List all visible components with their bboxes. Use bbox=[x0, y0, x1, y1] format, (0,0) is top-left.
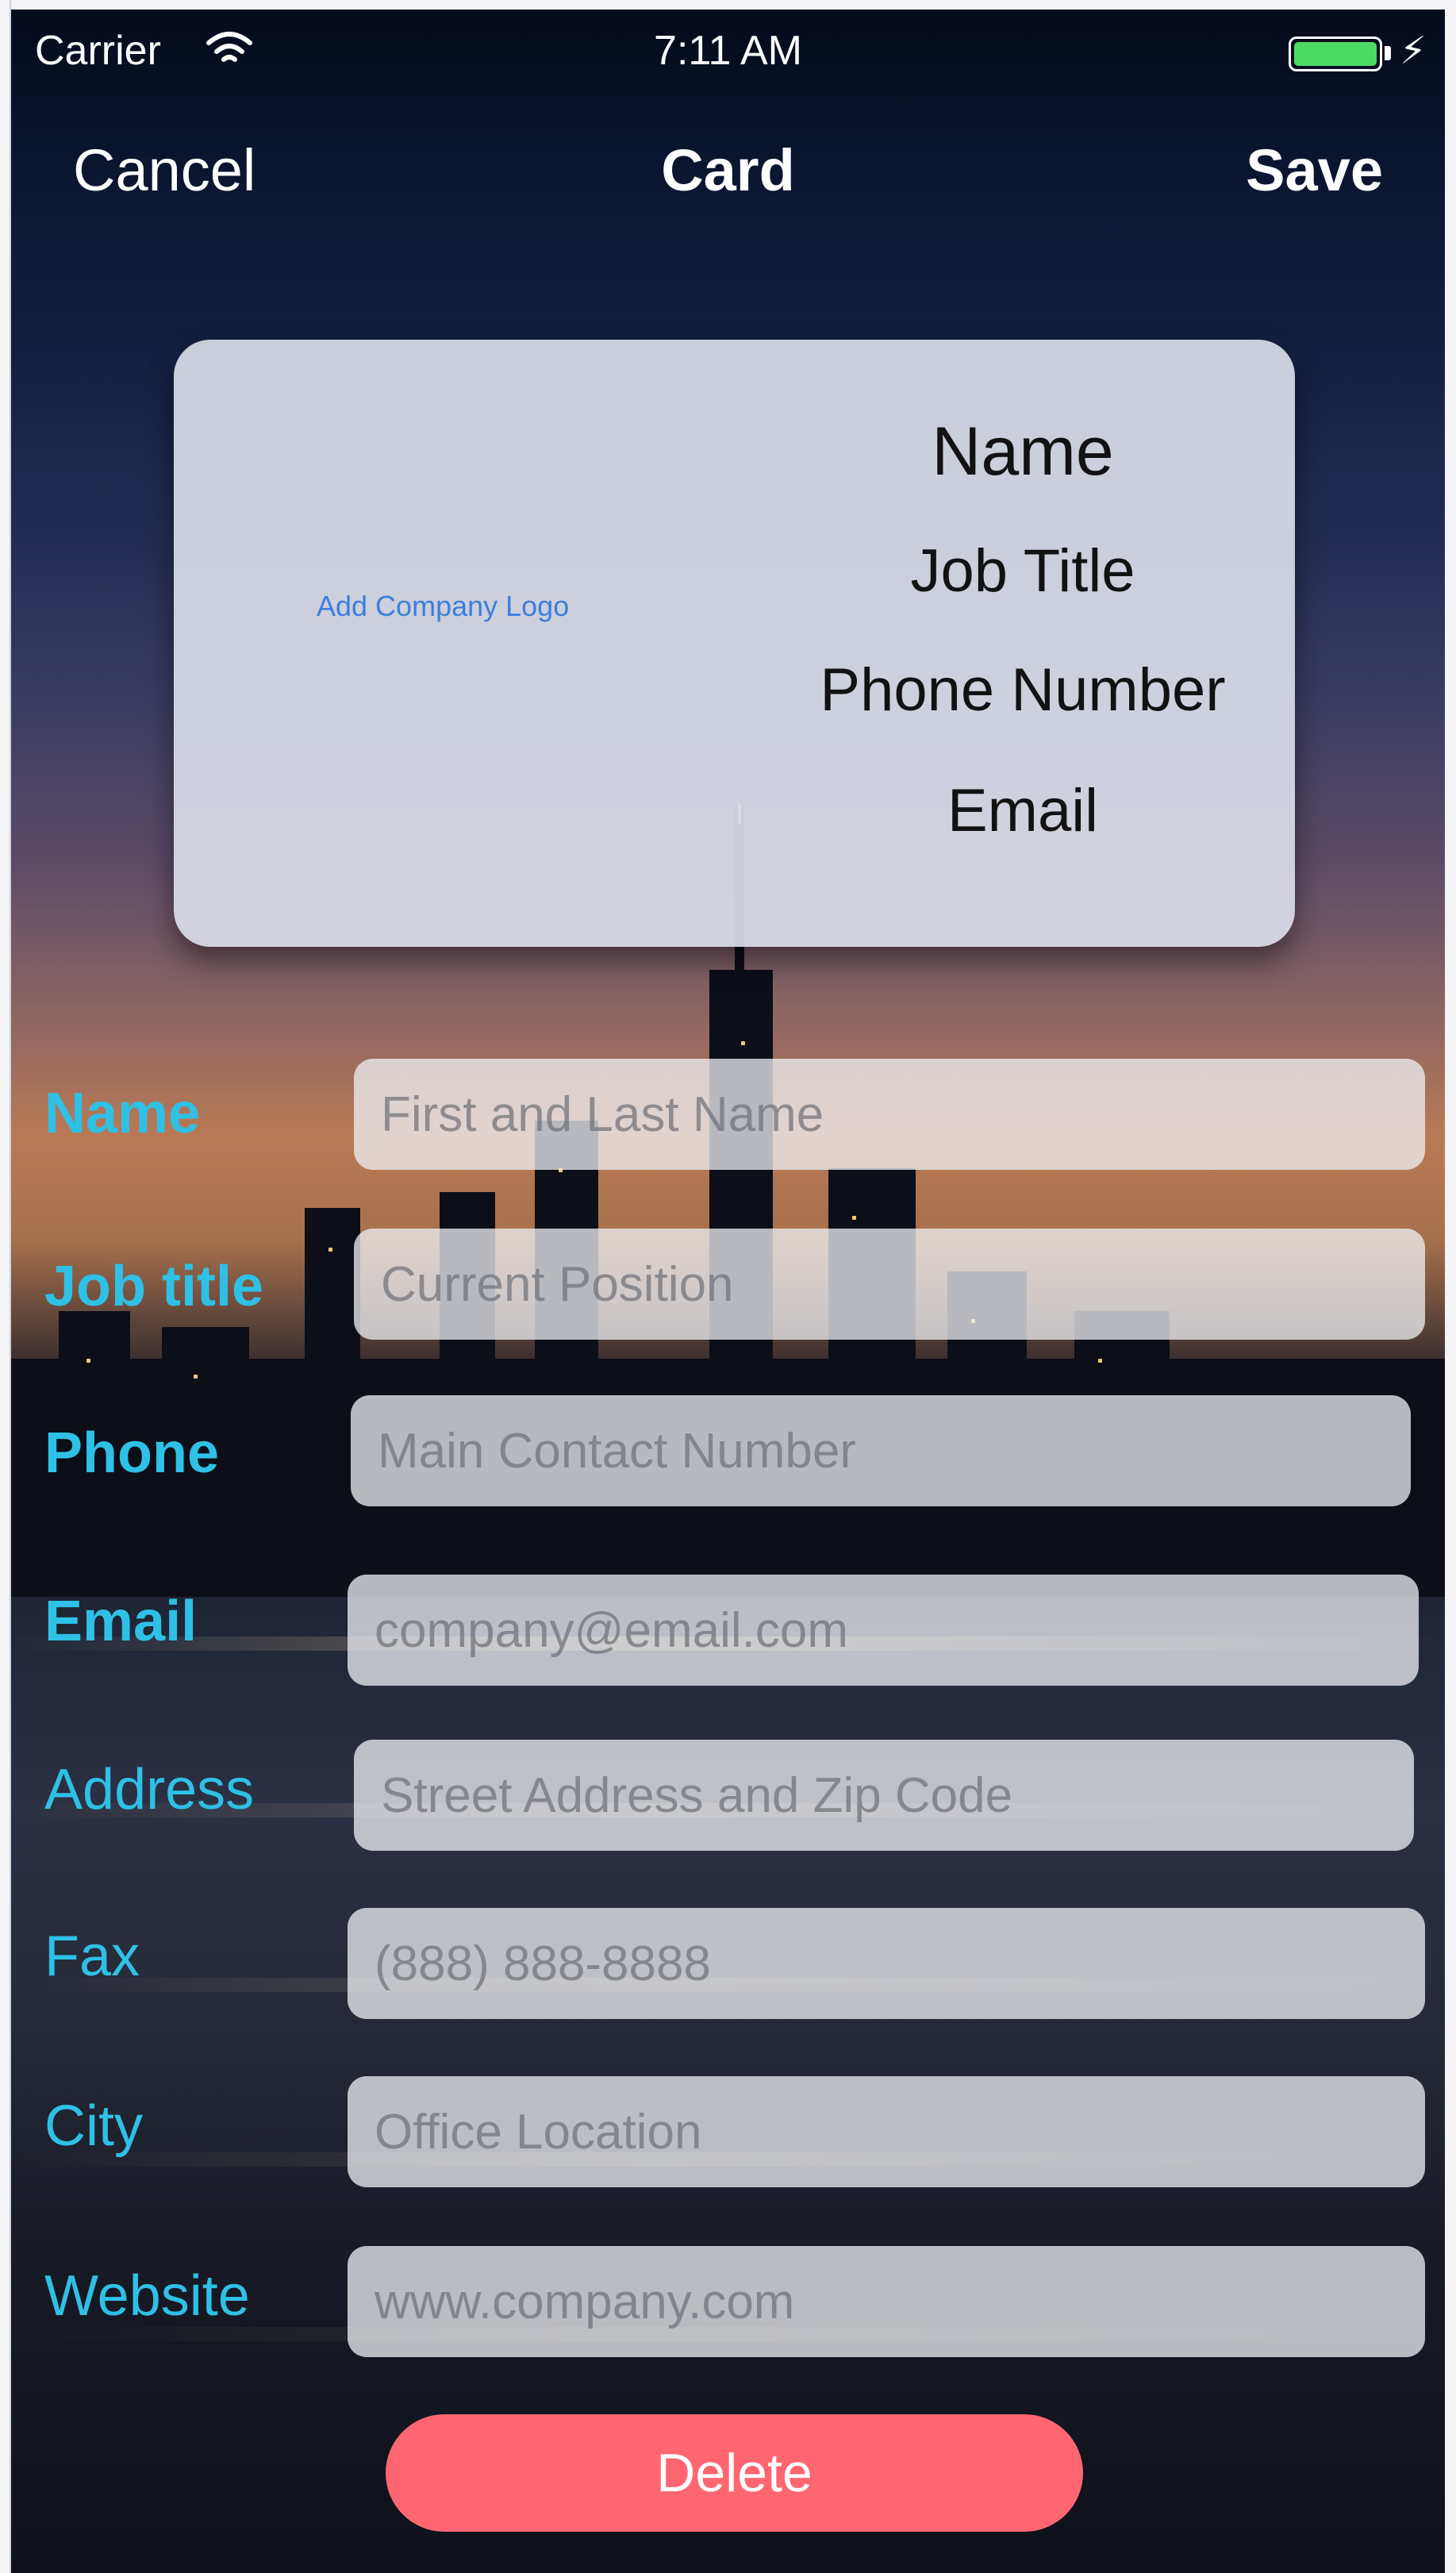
battery-tip bbox=[1385, 46, 1391, 60]
navigation-bar: Cancel Card Save bbox=[11, 129, 1445, 224]
phone-screen: Carrier 7:11 AM ⚡ Cancel Card Save Add C… bbox=[11, 10, 1445, 2573]
card-phone-number: Phone Number bbox=[820, 656, 1226, 724]
phone-field[interactable] bbox=[351, 1395, 1411, 1506]
city-label: City bbox=[44, 2094, 143, 2158]
status-bar: Carrier 7:11 AM ⚡ bbox=[11, 10, 1445, 97]
address-label: Address bbox=[44, 1758, 255, 1821]
window-frame-left bbox=[0, 0, 11, 2573]
business-card-preview: Add Company Logo Name Job Title Phone Nu… bbox=[174, 340, 1295, 947]
fax-label: Fax bbox=[44, 1925, 140, 1988]
address-field[interactable] bbox=[354, 1740, 1414, 1851]
job-title-field[interactable] bbox=[354, 1229, 1425, 1340]
battery-level bbox=[1294, 42, 1377, 66]
email-label: Email bbox=[44, 1590, 198, 1653]
window-frame-right bbox=[1445, 0, 1456, 2573]
job-title-label: Job title bbox=[44, 1255, 264, 1318]
name-field[interactable] bbox=[354, 1059, 1425, 1170]
save-button[interactable]: Save bbox=[1246, 137, 1383, 204]
email-field[interactable] bbox=[348, 1575, 1419, 1686]
battery-icon bbox=[1289, 37, 1382, 71]
add-company-logo-button[interactable]: Add Company Logo bbox=[317, 590, 569, 623]
card-email: Email bbox=[947, 777, 1099, 844]
phone-label: Phone bbox=[44, 1421, 220, 1485]
charging-bolt-icon: ⚡ bbox=[1400, 30, 1427, 72]
fax-field[interactable] bbox=[348, 1908, 1425, 2019]
card-job-title: Job Title bbox=[910, 537, 1135, 605]
website-field[interactable] bbox=[348, 2246, 1425, 2357]
website-label: Website bbox=[44, 2264, 250, 2328]
city-field[interactable] bbox=[348, 2076, 1425, 2187]
status-time: 7:11 AM bbox=[654, 28, 802, 74]
window-frame-top bbox=[0, 0, 1456, 10]
delete-button[interactable]: Delete bbox=[386, 2414, 1083, 2532]
nav-title: Card bbox=[661, 137, 795, 203]
card-name: Name bbox=[932, 413, 1114, 490]
name-label: Name bbox=[44, 1082, 201, 1145]
